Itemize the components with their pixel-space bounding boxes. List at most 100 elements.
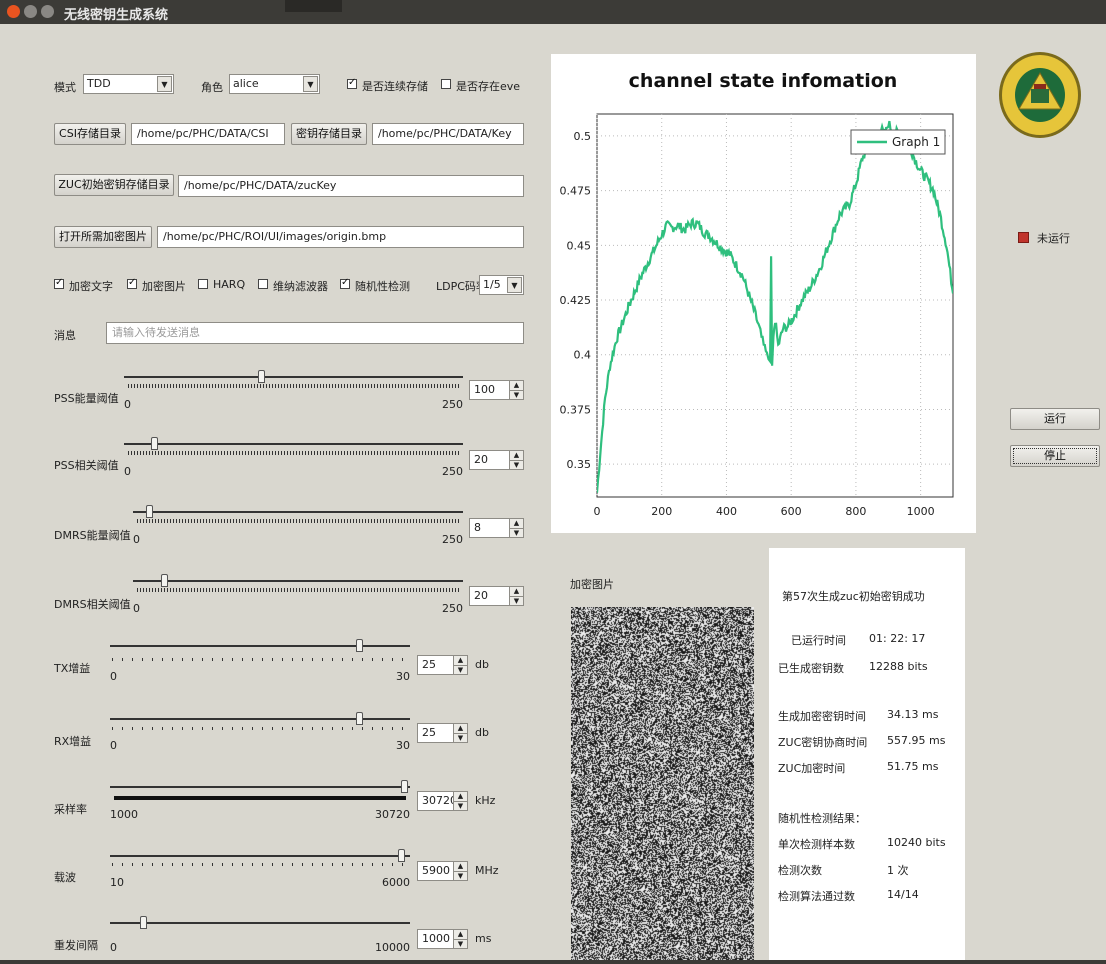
window-title: 无线密钥生成系统: [64, 8, 169, 23]
slider-spinbox[interactable]: 20 ▲ ▼: [469, 450, 524, 470]
csi-dir-button[interactable]: CSI存储目录: [54, 123, 126, 145]
slider-max: 250: [442, 398, 463, 411]
spin-down-icon[interactable]: ▼: [509, 528, 523, 537]
image-path-field[interactable]: /home/pc/PHC/ROI/UI/images/origin.bmp: [157, 226, 524, 248]
spinbox-value: 20: [474, 589, 488, 602]
csi-path-field[interactable]: /home/pc/PHC/DATA/CSI: [131, 123, 285, 145]
slider-max: 30: [396, 739, 410, 752]
spinbox-value: 5900: [422, 864, 450, 877]
status-led: [1018, 232, 1029, 243]
randomness-test-label: 随机性检测: [355, 280, 410, 293]
slider-spinbox[interactable]: 1000 ▲ ▼: [417, 929, 468, 949]
encrypt-text-checkbox[interactable]: [54, 277, 64, 289]
zuc-dir-button[interactable]: ZUC初始密钥存储目录: [54, 174, 174, 196]
slider-unit: db: [475, 726, 489, 739]
slider-track[interactable]: [110, 718, 410, 720]
info-row-key: 检测算法通过数: [778, 890, 855, 903]
slider-track[interactable]: [133, 580, 463, 582]
slider-label: 采样率: [54, 803, 87, 816]
minimize-icon[interactable]: [24, 5, 37, 18]
x-tick-label: 800: [845, 505, 866, 518]
randomness-test-checkbox[interactable]: [340, 277, 350, 289]
slider-min: 1000: [110, 808, 138, 821]
slider-handle[interactable]: [140, 916, 147, 929]
ldpc-select[interactable]: 1/5 ▼: [479, 275, 524, 295]
slider-max: 6000: [382, 876, 410, 889]
role-select[interactable]: alice ▼: [229, 74, 320, 94]
continuous-save-label: 是否连续存储: [362, 80, 428, 93]
info-row-value: 01: 22: 17: [869, 632, 926, 645]
slider-track[interactable]: [133, 511, 463, 513]
eve-checkbox[interactable]: [441, 79, 451, 89]
spin-down-icon[interactable]: ▼: [509, 390, 523, 399]
slider-spinbox[interactable]: 100 ▲ ▼: [469, 380, 524, 400]
csi-chart: channel state infomation 0 200 400 600 800 100…: [560, 70, 954, 518]
chevron-down-icon: ▼: [507, 277, 522, 293]
slider-handle[interactable]: [356, 712, 363, 725]
spin-up-icon[interactable]: ▲: [509, 381, 523, 390]
slider-track[interactable]: [110, 645, 410, 647]
slider-min: 0: [110, 739, 117, 752]
spinbox-value: 25: [422, 658, 436, 671]
spin-up-icon[interactable]: ▲: [453, 930, 467, 939]
slider-spinbox[interactable]: 8 ▲ ▼: [469, 518, 524, 538]
harq-checkbox[interactable]: [198, 279, 208, 289]
slider-spinbox[interactable]: 25 ▲ ▼: [417, 655, 468, 675]
spin-down-icon[interactable]: ▼: [453, 801, 467, 810]
encrypt-image-checkbox[interactable]: [127, 277, 137, 289]
slider-track[interactable]: [110, 855, 410, 857]
wiener-filter-checkbox[interactable]: [258, 279, 268, 289]
spin-up-icon[interactable]: ▲: [453, 724, 467, 733]
slider-handle[interactable]: [356, 639, 363, 652]
close-icon[interactable]: [7, 5, 20, 18]
spin-up-icon[interactable]: ▲: [509, 451, 523, 460]
slider-spinbox[interactable]: 25 ▲ ▼: [417, 723, 468, 743]
spin-down-icon[interactable]: ▼: [453, 871, 467, 880]
stop-button[interactable]: 停止: [1010, 445, 1100, 467]
slider-handle[interactable]: [401, 780, 408, 793]
spin-up-icon[interactable]: ▲: [453, 862, 467, 871]
spinbox-value: 8: [474, 521, 481, 534]
open-image-button[interactable]: 打开所需加密图片: [54, 226, 152, 248]
slider-handle[interactable]: [258, 370, 265, 383]
spin-down-icon[interactable]: ▼: [509, 460, 523, 469]
slider-min: 0: [124, 398, 131, 411]
slider-spinbox[interactable]: 20 ▲ ▼: [469, 586, 524, 606]
info-row-value: 12288 bits: [869, 660, 928, 673]
slider-track[interactable]: [110, 922, 410, 924]
spin-up-icon[interactable]: ▲: [453, 792, 467, 801]
slider-handle[interactable]: [151, 437, 158, 450]
mode-select[interactable]: TDD ▼: [83, 74, 174, 94]
slider-track[interactable]: [124, 376, 463, 378]
key-dir-button[interactable]: 密钥存储目录: [291, 123, 367, 145]
continuous-save-checkbox[interactable]: [347, 77, 357, 89]
slider-spinbox[interactable]: 5900 ▲ ▼: [417, 861, 468, 881]
key-path-field[interactable]: /home/pc/PHC/DATA/Key: [372, 123, 524, 145]
zuc-path-field[interactable]: /home/pc/PHC/DATA/zucKey: [178, 175, 524, 197]
slider-track[interactable]: [110, 786, 410, 788]
run-button[interactable]: 运行: [1010, 408, 1100, 430]
slider-max: 30: [396, 670, 410, 683]
slider-spinbox[interactable]: 30720 ▲ ▼: [417, 791, 468, 811]
message-input[interactable]: 请输入待发送消息: [106, 322, 524, 344]
slider-handle[interactable]: [161, 574, 168, 587]
spin-down-icon[interactable]: ▼: [509, 596, 523, 605]
spin-up-icon[interactable]: ▲: [453, 656, 467, 665]
slider-unit: MHz: [475, 864, 499, 877]
slider-unit: kHz: [475, 794, 496, 807]
spin-down-icon[interactable]: ▼: [453, 939, 467, 948]
window-titlebar: 无线密钥生成系统: [0, 0, 1106, 24]
slider-handle[interactable]: [398, 849, 405, 862]
slider-handle[interactable]: [146, 505, 153, 518]
maximize-icon[interactable]: [41, 5, 54, 18]
slider-label: DMRS能量阈值: [54, 529, 131, 542]
spin-up-icon[interactable]: ▲: [509, 519, 523, 528]
slider-max: 30720: [375, 808, 410, 821]
encrypt-image-label: 加密图片: [142, 280, 186, 293]
spin-up-icon[interactable]: ▲: [509, 587, 523, 596]
y-tick-label: 0.45: [567, 239, 592, 252]
spin-down-icon[interactable]: ▼: [453, 733, 467, 742]
slider-track[interactable]: [124, 443, 463, 445]
slider-label: TX增益: [54, 662, 91, 675]
spin-down-icon[interactable]: ▼: [453, 665, 467, 674]
